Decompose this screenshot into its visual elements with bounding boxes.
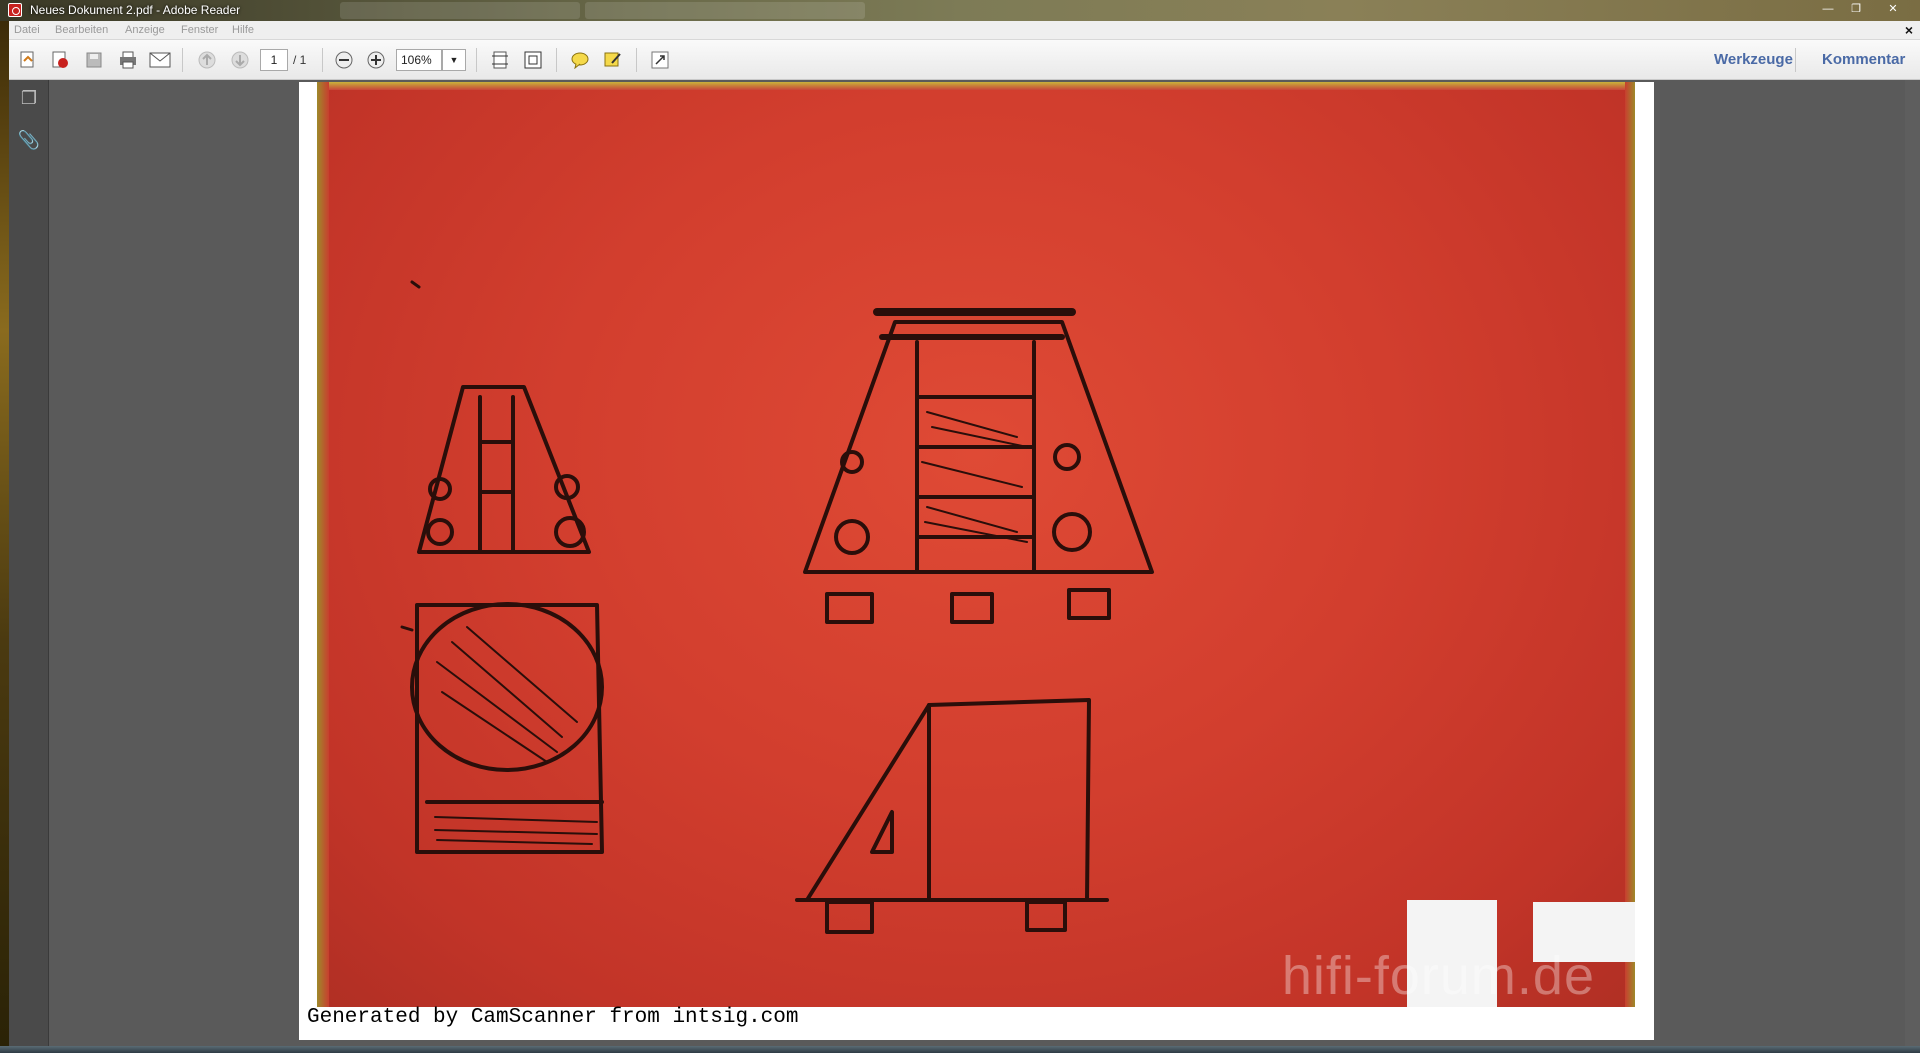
page-number-input[interactable]: 1 [260, 49, 288, 71]
page-thumbnails-icon[interactable]: ❐ [17, 88, 41, 112]
zoom-level-input[interactable]: 106% [396, 49, 442, 71]
forum-watermark: hifi-forum.de [1281, 946, 1595, 1006]
open-file-icon[interactable] [16, 49, 40, 71]
toolbar-separator [476, 48, 477, 72]
window-title: Neues Dokument 2.pdf - Adobe Reader [30, 3, 241, 17]
next-page-icon[interactable] [228, 49, 252, 71]
close-icon[interactable]: ✕ [1883, 2, 1903, 16]
print-icon[interactable] [116, 49, 140, 71]
pen-sketch-drawing [400, 280, 1154, 934]
fit-width-icon[interactable] [521, 49, 545, 71]
toolbar-separator [636, 48, 637, 72]
main-toolbar: 1 / 1 106% ▼ Werkzeuge Kommentar [0, 40, 1920, 80]
scanner-caption: Generated by CamScanner from intsig.com [307, 1006, 799, 1029]
menu-anzeige[interactable]: Anzeige [125, 24, 165, 36]
menu-datei[interactable]: Datei [14, 24, 40, 36]
close-document-icon[interactable]: × [1905, 22, 1913, 38]
create-pdf-icon[interactable] [48, 49, 72, 71]
menu-hilfe[interactable]: Hilfe [232, 24, 254, 36]
menu-bearbeiten[interactable]: Bearbeiten [55, 24, 108, 36]
background-window-tab [340, 2, 580, 19]
toolbar-separator [182, 48, 183, 72]
comment-pane-button[interactable]: Kommentar [1822, 51, 1905, 68]
adobe-reader-icon [8, 3, 22, 17]
tools-pane-button[interactable]: Werkzeuge [1714, 51, 1793, 68]
expand-fullscreen-icon[interactable] [648, 49, 672, 71]
taskbar [0, 1046, 1920, 1053]
fit-page-icon[interactable] [488, 49, 512, 71]
minimize-icon[interactable]: — [1818, 2, 1838, 16]
navigation-pane: ❐ 📎 [9, 80, 49, 1053]
toolbar-separator [322, 48, 323, 72]
zoom-out-icon[interactable] [332, 49, 356, 71]
menu-fenster[interactable]: Fenster [181, 24, 218, 36]
toolbar-separator [1795, 48, 1796, 72]
background-window-tab [585, 2, 865, 19]
desktop-background-edge [0, 21, 9, 1053]
vertical-scrollbar[interactable] [1905, 80, 1920, 1053]
save-icon[interactable] [82, 49, 106, 71]
window-titlebar[interactable]: Neues Dokument 2.pdf - Adobe Reader — ❐ … [0, 0, 1920, 21]
highlight-pen-icon[interactable] [601, 49, 625, 71]
restore-icon[interactable]: ❐ [1846, 2, 1866, 16]
zoom-dropdown-chevron-down-icon[interactable]: ▼ [442, 49, 466, 71]
zoom-in-icon[interactable] [364, 49, 388, 71]
scanned-sketch-image: hifi-forum.de [317, 82, 1635, 1007]
attachments-paperclip-icon[interactable]: 📎 [17, 130, 41, 154]
comment-bubble-icon[interactable] [568, 49, 592, 71]
toolbar-separator [556, 48, 557, 72]
page-total-label: / 1 [293, 53, 307, 67]
menu-bar: Datei Bearbeiten Anzeige Fenster Hilfe × [0, 21, 1920, 40]
email-icon[interactable] [148, 49, 172, 71]
pdf-page: hifi-forum.de Generated by CamScanner fr… [299, 82, 1654, 1040]
previous-page-icon[interactable] [195, 49, 219, 71]
document-viewport[interactable]: hifi-forum.de Generated by CamScanner fr… [49, 80, 1905, 1053]
